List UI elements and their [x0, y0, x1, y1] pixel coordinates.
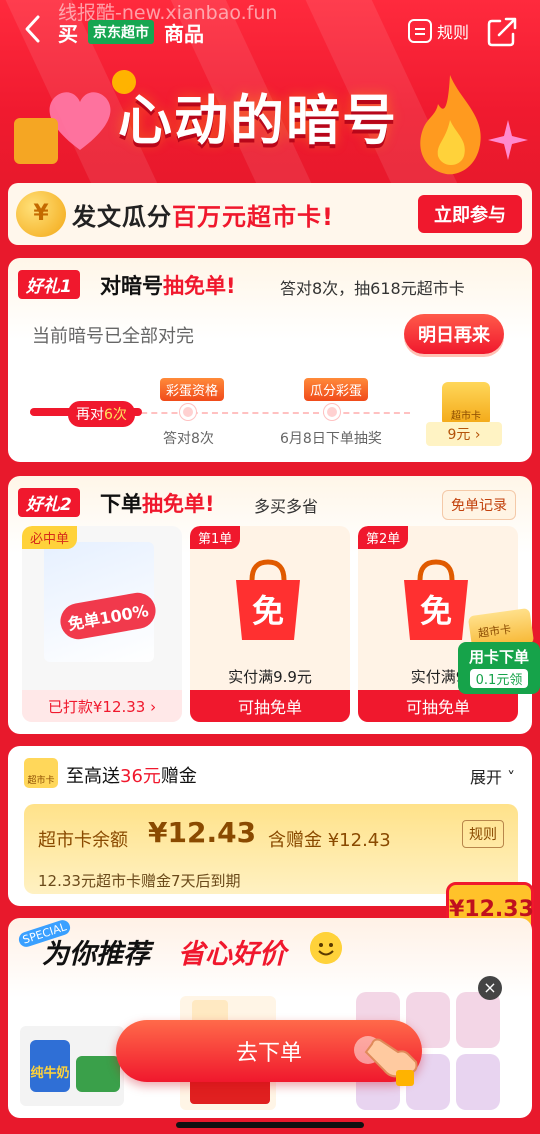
- product-card-order1[interactable]: 第1单 免 实付满9.9元 可抽免单: [190, 526, 350, 722]
- recommend-subtitle: 省心好价: [178, 939, 286, 970]
- milestone-split-egg-tag: 瓜分彩蛋: [304, 378, 369, 401]
- threshold-label: 实付满9.9元: [228, 668, 312, 686]
- rules-icon: [408, 19, 432, 43]
- top-bar: 买 京东超市 商品 规则: [0, 8, 540, 52]
- order-number-tag: 第1单: [190, 526, 241, 549]
- milestone-egg-qualification-tag: 彩蛋资格: [160, 378, 225, 401]
- share-icon[interactable]: [486, 16, 518, 48]
- gift2-tag: 好礼2: [18, 488, 80, 517]
- hero-title: 心动的暗号: [118, 89, 398, 152]
- milestone-label: 答对8次: [163, 431, 214, 447]
- svg-text:免: 免: [252, 592, 284, 630]
- banner-highlight: 百万元超市卡!: [172, 203, 334, 231]
- order-number-tag: 第2单: [358, 526, 409, 549]
- svg-text:免: 免: [420, 592, 452, 630]
- rules-label: 规则: [437, 23, 470, 42]
- progress-remaining-pill: 再对6次: [68, 401, 135, 427]
- free-order-record-button[interactable]: 免单记录: [442, 490, 516, 520]
- recommend-title: 为你推荐: [42, 939, 150, 970]
- gift1-title: 对暗号抽免单!: [100, 274, 236, 298]
- balance-box: 超市卡余额 ¥12.43 含赠金 ¥12.43 规则 12.33元超市卡赠金7天…: [24, 804, 518, 894]
- paid-amount-bar[interactable]: 已打款¥12.33 ›: [22, 690, 182, 722]
- shopping-bag-decoration-icon: [14, 118, 58, 164]
- guaranteed-tag: 必中单: [22, 526, 78, 549]
- milestone-node: [180, 404, 196, 420]
- use-card-button[interactable]: 用卡下单 0.1元领: [458, 642, 540, 694]
- gift2-title: 下单抽免单!: [100, 492, 215, 516]
- supermarket-card-icon: 超市卡: [442, 382, 490, 426]
- title-goods: 商品: [164, 22, 204, 46]
- join-now-button[interactable]: 立即参与: [418, 195, 522, 233]
- jd-supermarket-badge: 京东超市: [88, 20, 154, 44]
- smile-emoji-icon: [310, 932, 342, 964]
- flame-decoration-icon: [420, 75, 481, 175]
- use-card-order-float[interactable]: 超市卡 用卡下单 0.1元领: [458, 607, 540, 694]
- supermarket-card-icon: 超市卡: [24, 758, 58, 788]
- milestone-label: 6月8日下单抽奖: [280, 431, 382, 447]
- gift1-subtitle: 答对8次，抽618元超市卡: [280, 279, 465, 298]
- close-icon[interactable]: ×: [478, 976, 502, 1000]
- balance-amount: ¥12.43: [148, 816, 257, 849]
- free-gift-bag-icon: 免: [236, 559, 300, 640]
- milk-label: 纯牛奶: [30, 1066, 70, 1081]
- coin-icon: ¥: [16, 191, 66, 237]
- gift1-tag: 好礼1: [18, 270, 80, 299]
- gift1-card: 好礼1 对暗号抽免单! 答对8次，抽618元超市卡 当前暗号已全部对完 明日再来…: [8, 258, 532, 462]
- article-share-banner[interactable]: ¥ 发文瓜分百万元超市卡! 立即参与: [8, 183, 532, 245]
- gift-amount: 含赠金 ¥12.43: [268, 830, 391, 851]
- pointing-hand-icon: [354, 1036, 418, 1086]
- sparkle-decoration-icon: [488, 120, 528, 160]
- draw-free-order-button[interactable]: 可抽免单: [190, 690, 350, 722]
- supermarket-card-reward[interactable]: 超市卡 9元 ›: [422, 380, 506, 446]
- gift1-status: 当前暗号已全部对完: [32, 326, 194, 347]
- reward-price: 9元 ›: [426, 422, 502, 446]
- back-arrow-icon[interactable]: [22, 14, 44, 44]
- home-indicator[interactable]: [176, 1122, 364, 1128]
- rules-link[interactable]: 规则: [408, 16, 469, 46]
- product-thumbnail-milk[interactable]: 纯牛奶: [20, 1026, 124, 1106]
- expand-toggle[interactable]: 展开 ˅: [470, 764, 515, 788]
- balance-label: 超市卡余额: [38, 830, 128, 851]
- product-card-guaranteed[interactable]: 免单100% 必中单 已打款¥12.33 ›: [22, 526, 182, 722]
- balance-rules-button[interactable]: 规则: [462, 820, 504, 848]
- expiry-note: 12.33元超市卡赠金7天后到期: [38, 872, 241, 890]
- draw-free-order-button[interactable]: 可抽免单: [358, 690, 518, 722]
- hero-banner: 线报酷-new.xianbao.fun 买 京东超市 商品 规则 心动的暗号: [0, 0, 540, 185]
- gift2-card: 好礼2 下单抽免单! 多买多省 免单记录 免单100% 必中单 已打款¥12.3…: [8, 476, 532, 734]
- bonus-title: 至高送36元赠金: [66, 766, 197, 787]
- banner-text: 发文瓜分百万元超市卡!: [72, 203, 334, 231]
- milestone-node: [324, 404, 340, 420]
- title-buy: 买: [58, 22, 78, 46]
- come-back-tomorrow-button[interactable]: 明日再来: [404, 314, 504, 354]
- gift2-subtitle: 多买多省: [254, 497, 319, 516]
- recommend-section: SPECIAL 为你推荐 省心好价 纯牛奶: [8, 918, 532, 1118]
